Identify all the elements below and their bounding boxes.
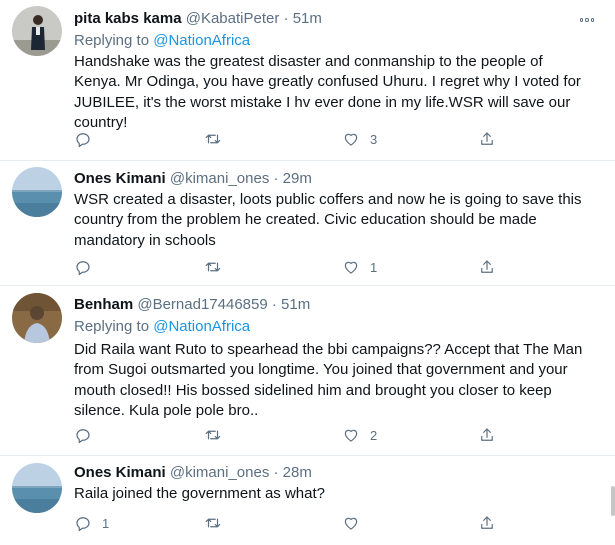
avatar[interactable]	[12, 293, 62, 343]
reply-icon	[76, 517, 90, 532]
avatar[interactable]	[12, 167, 62, 217]
replying-to-label: Replying to	[74, 32, 150, 49]
retweet-button[interactable]	[204, 513, 232, 533]
reply-button[interactable]: 1	[74, 513, 109, 533]
tweet[interactable]: pita kabs kama @KabatiPeter · 51m Replyi…	[0, 0, 615, 161]
avatar[interactable]	[12, 463, 62, 513]
reply-icon	[76, 429, 90, 444]
share-button[interactable]	[478, 129, 496, 149]
share-icon	[481, 516, 493, 529]
user-handle[interactable]: @kimani_ones	[170, 170, 269, 187]
separator-dot: ·	[267, 296, 282, 313]
timestamp[interactable]: 51m	[293, 10, 322, 27]
display-name[interactable]: Benham	[74, 296, 133, 313]
tweet-text-line: country from the problem he created. Civ…	[74, 211, 537, 229]
like-icon	[344, 517, 358, 530]
like-count: 3	[370, 131, 378, 147]
avatar[interactable]	[12, 6, 62, 56]
like-icon	[344, 261, 358, 274]
mention-link[interactable]: @NationAfrica	[153, 318, 250, 335]
reply-button[interactable]	[74, 257, 102, 277]
like-button[interactable]: 1	[342, 257, 377, 277]
tweet[interactable]: Ones Kimani @kimani_ones · 28m Raila joi…	[0, 455, 615, 545]
reply-icon	[76, 133, 90, 148]
tweet-actions: 2	[74, 425, 514, 445]
timestamp[interactable]: 29m	[283, 170, 312, 187]
user-handle[interactable]: @kimani_ones	[170, 464, 269, 481]
tweet-header: Benham @Bernad17446859 · 51m	[74, 296, 310, 313]
tweet[interactable]: Ones Kimani @kimani_ones · 29m WSR creat…	[0, 160, 615, 286]
separator-dot: ·	[279, 10, 293, 27]
user-photo-avatar-icon	[12, 293, 62, 343]
retweet-button[interactable]	[204, 425, 232, 445]
tweet[interactable]: Benham @Bernad17446859 · 51m Replying to…	[0, 285, 615, 456]
tweet-header: Ones Kimani @kimani_ones · 29m	[74, 170, 312, 187]
separator-dot: ·	[269, 464, 283, 481]
more-icon[interactable]	[577, 12, 597, 28]
share-icon	[481, 428, 493, 441]
tweet-header: Ones Kimani @kimani_ones · 28m	[74, 464, 312, 481]
sea-photo-avatar-icon	[12, 463, 62, 513]
mention-link[interactable]: @NationAfrica	[153, 32, 250, 49]
tweet-text: Raila joined the government as what?	[74, 484, 584, 504]
retweet-icon	[205, 262, 221, 272]
like-count: 2	[370, 427, 378, 443]
tweet-text-line: Did Raila want Ruto to spearhead the bbi…	[74, 341, 583, 358]
like-button[interactable]: 2	[342, 425, 377, 445]
tweet-text-line: silence. Kula pole pole bro..	[74, 402, 259, 420]
retweet-button[interactable]	[204, 129, 232, 149]
tweet-text: WSR created a disaster, loots public cof…	[74, 190, 584, 251]
scrollbar-thumb[interactable]	[611, 486, 615, 516]
reply-count: 1	[102, 515, 110, 531]
tweet-text-line: WSR created a disaster, loots public cof…	[74, 191, 582, 208]
like-button[interactable]: 3	[342, 129, 377, 149]
tweet-text-line: JUBILEE, it's the worst mistake I hv eve…	[74, 93, 571, 111]
tweet-text-line: mandatory in schools	[74, 231, 216, 249]
retweet-icon	[205, 518, 221, 528]
like-icon	[344, 133, 358, 146]
replying-to-label: Replying to	[74, 318, 150, 335]
timestamp[interactable]: 28m	[283, 464, 312, 481]
share-icon	[481, 260, 493, 273]
tweet-text-line: Handshake was the greatest disaster and …	[74, 53, 543, 70]
display-name[interactable]: Ones Kimani	[74, 170, 166, 187]
tweet-text-line: Kenya. Mr Odinga, you have greatly confu…	[74, 73, 581, 91]
tweet-text: Handshake was the greatest disaster and …	[74, 52, 584, 134]
retweet-icon	[205, 134, 221, 144]
like-icon	[344, 429, 358, 442]
user-photo-avatar-icon	[12, 6, 62, 56]
user-handle[interactable]: @KabatiPeter	[186, 10, 280, 27]
user-handle[interactable]: @Bernad17446859	[137, 296, 267, 313]
share-button[interactable]	[478, 513, 496, 533]
share-icon	[481, 132, 493, 145]
display-name[interactable]: pita kabs kama	[74, 10, 182, 27]
sea-photo-avatar-icon	[12, 167, 62, 217]
replying-to: Replying to @NationAfrica	[74, 318, 250, 335]
tweet-actions: 3	[74, 129, 514, 149]
tweet-actions: 1	[74, 257, 514, 277]
like-count: 1	[370, 259, 378, 275]
retweet-icon	[205, 430, 221, 440]
share-button[interactable]	[478, 257, 496, 277]
separator-dot: ·	[269, 170, 283, 187]
like-button[interactable]	[342, 513, 370, 533]
replying-to: Replying to @NationAfrica	[74, 32, 250, 49]
reply-button[interactable]	[74, 425, 102, 445]
display-name[interactable]: Ones Kimani	[74, 464, 166, 481]
retweet-button[interactable]	[204, 257, 232, 277]
tweet-text-line: mouth closed!! His bossed sidelined him …	[74, 381, 552, 399]
tweet-text-line: Raila joined the government as what?	[74, 485, 325, 502]
reply-button[interactable]	[74, 129, 102, 149]
share-button[interactable]	[478, 425, 496, 445]
timestamp[interactable]: 51m	[281, 296, 310, 313]
tweet-actions: 1	[74, 513, 514, 533]
tweet-text: Did Raila want Ruto to spearhead the bbi…	[74, 340, 584, 422]
tweet-header: pita kabs kama @KabatiPeter · 51m	[74, 10, 322, 27]
reply-icon	[76, 261, 90, 276]
tweet-text-line: from Sugoi outsmarted you longtime. You …	[74, 361, 568, 379]
